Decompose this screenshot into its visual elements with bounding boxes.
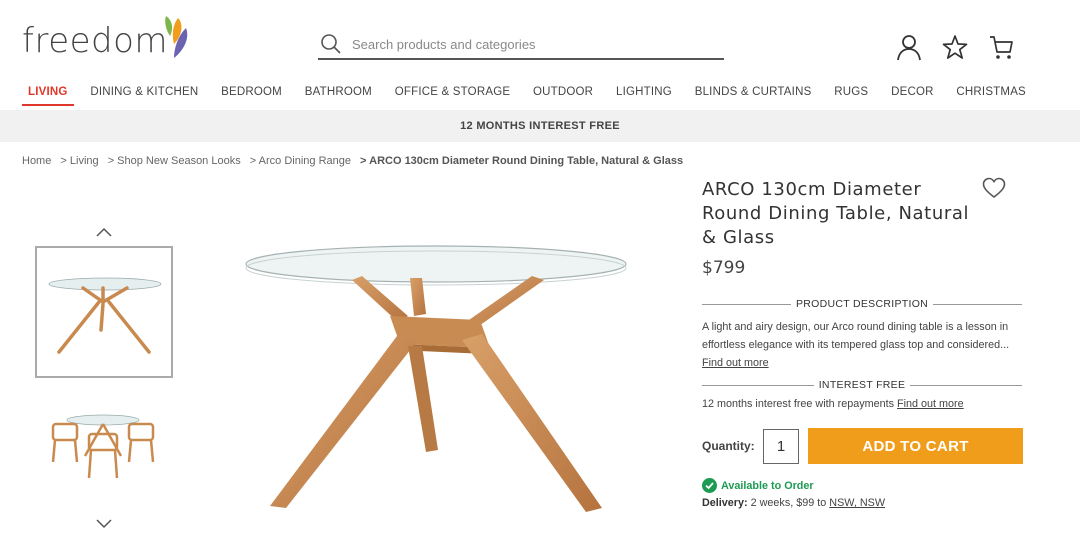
chevron-down-icon[interactable]: [96, 519, 112, 529]
delivery-text: 2 weeks, $99 to: [747, 497, 830, 509]
search-input[interactable]: [352, 36, 712, 52]
nav-item-outdoor[interactable]: OUTDOOR: [527, 84, 599, 106]
nav-item-lighting[interactable]: LIGHTING: [610, 84, 678, 106]
interest-find-out-more-link[interactable]: Find out more: [897, 398, 964, 410]
breadcrumb-current: > ARCO 130cm Diameter Round Dining Table…: [360, 155, 684, 167]
breadcrumb-arco-range[interactable]: > Arco Dining Range: [250, 155, 351, 167]
promo-text: 12 MONTHS INTEREST FREE: [460, 120, 620, 132]
divider: [702, 384, 814, 386]
brand-name: freedom: [22, 21, 169, 61]
nav-item-office-storage[interactable]: OFFICE & STORAGE: [389, 84, 516, 106]
product-price: $799: [702, 258, 746, 278]
search-bar: [318, 30, 724, 60]
search-icon[interactable]: [320, 33, 342, 55]
interest-free-label: INTEREST FREE: [818, 379, 906, 391]
product-description: A light and airy design, our Arco round …: [702, 318, 1032, 372]
delivery-location-link[interactable]: NSW, NSW: [829, 497, 885, 509]
breadcrumb-living[interactable]: > Living: [60, 155, 98, 167]
nav-item-christmas[interactable]: CHRISTMAS: [950, 84, 1032, 106]
thumbnail-dining-set[interactable]: [35, 398, 173, 530]
breadcrumb: Home > Living > Shop New Season Looks > …: [22, 155, 689, 167]
table-thumbnail-image: [48, 277, 162, 354]
account-icon[interactable]: [895, 33, 923, 61]
nav-item-bedroom[interactable]: BEDROOM: [215, 84, 288, 106]
check-circle-icon: [702, 478, 717, 493]
main-nav: LIVING DINING & KITCHEN BEDROOM BATHROOM…: [22, 84, 1032, 108]
nav-item-living[interactable]: LIVING: [22, 84, 74, 106]
leaf-logo-icon: [165, 16, 188, 58]
cart-icon[interactable]: [987, 33, 1015, 61]
add-to-cart-button[interactable]: ADD TO CART: [808, 428, 1023, 464]
nav-item-bathroom[interactable]: BATHROOM: [299, 84, 378, 106]
divider: [933, 303, 1023, 305]
nav-item-blinds-curtains[interactable]: BLINDS & CURTAINS: [689, 84, 818, 106]
quantity-input[interactable]: [763, 429, 799, 464]
dining-set-thumbnail-image: [51, 414, 155, 479]
breadcrumb-new-season[interactable]: > Shop New Season Looks: [108, 155, 241, 167]
delivery-label: Delivery:: [702, 497, 748, 509]
wishlist-star-icon[interactable]: [941, 33, 969, 61]
find-out-more-link[interactable]: Find out more: [702, 357, 769, 369]
product-description-text: A light and airy design, our Arco round …: [702, 321, 1010, 351]
header-actions: [895, 33, 1015, 61]
brand-logo[interactable]: freedom: [22, 14, 192, 68]
thumbnail-table[interactable]: [35, 246, 173, 378]
product-description-label: PRODUCT DESCRIPTION: [795, 298, 929, 310]
nav-item-dining-kitchen[interactable]: DINING & KITCHEN: [84, 84, 204, 106]
availability-status: Available to Order: [702, 478, 814, 493]
quantity-label: Quantity:: [702, 439, 755, 453]
product-description-heading: PRODUCT DESCRIPTION: [702, 297, 1023, 311]
chevron-up-icon[interactable]: [96, 227, 112, 237]
promo-banner[interactable]: 12 MONTHS INTEREST FREE: [0, 110, 1080, 142]
interest-free-info: 12 months interest free with repayments …: [702, 398, 964, 410]
heart-icon[interactable]: [982, 177, 1006, 199]
nav-item-decor[interactable]: DECOR: [885, 84, 940, 106]
delivery-info: Delivery: 2 weeks, $99 to NSW, NSW: [702, 497, 885, 509]
product-title: ARCO 130cm Diameter Round Dining Table, …: [702, 179, 970, 248]
divider: [910, 384, 1022, 386]
breadcrumb-home[interactable]: Home: [22, 155, 51, 167]
divider: [702, 303, 791, 305]
nav-item-rugs[interactable]: RUGS: [828, 84, 874, 106]
product-main-image: [245, 245, 627, 512]
interest-free-text: 12 months interest free with repayments: [702, 398, 898, 410]
availability-text: Available to Order: [721, 479, 814, 492]
interest-free-heading: INTEREST FREE: [702, 378, 1022, 392]
